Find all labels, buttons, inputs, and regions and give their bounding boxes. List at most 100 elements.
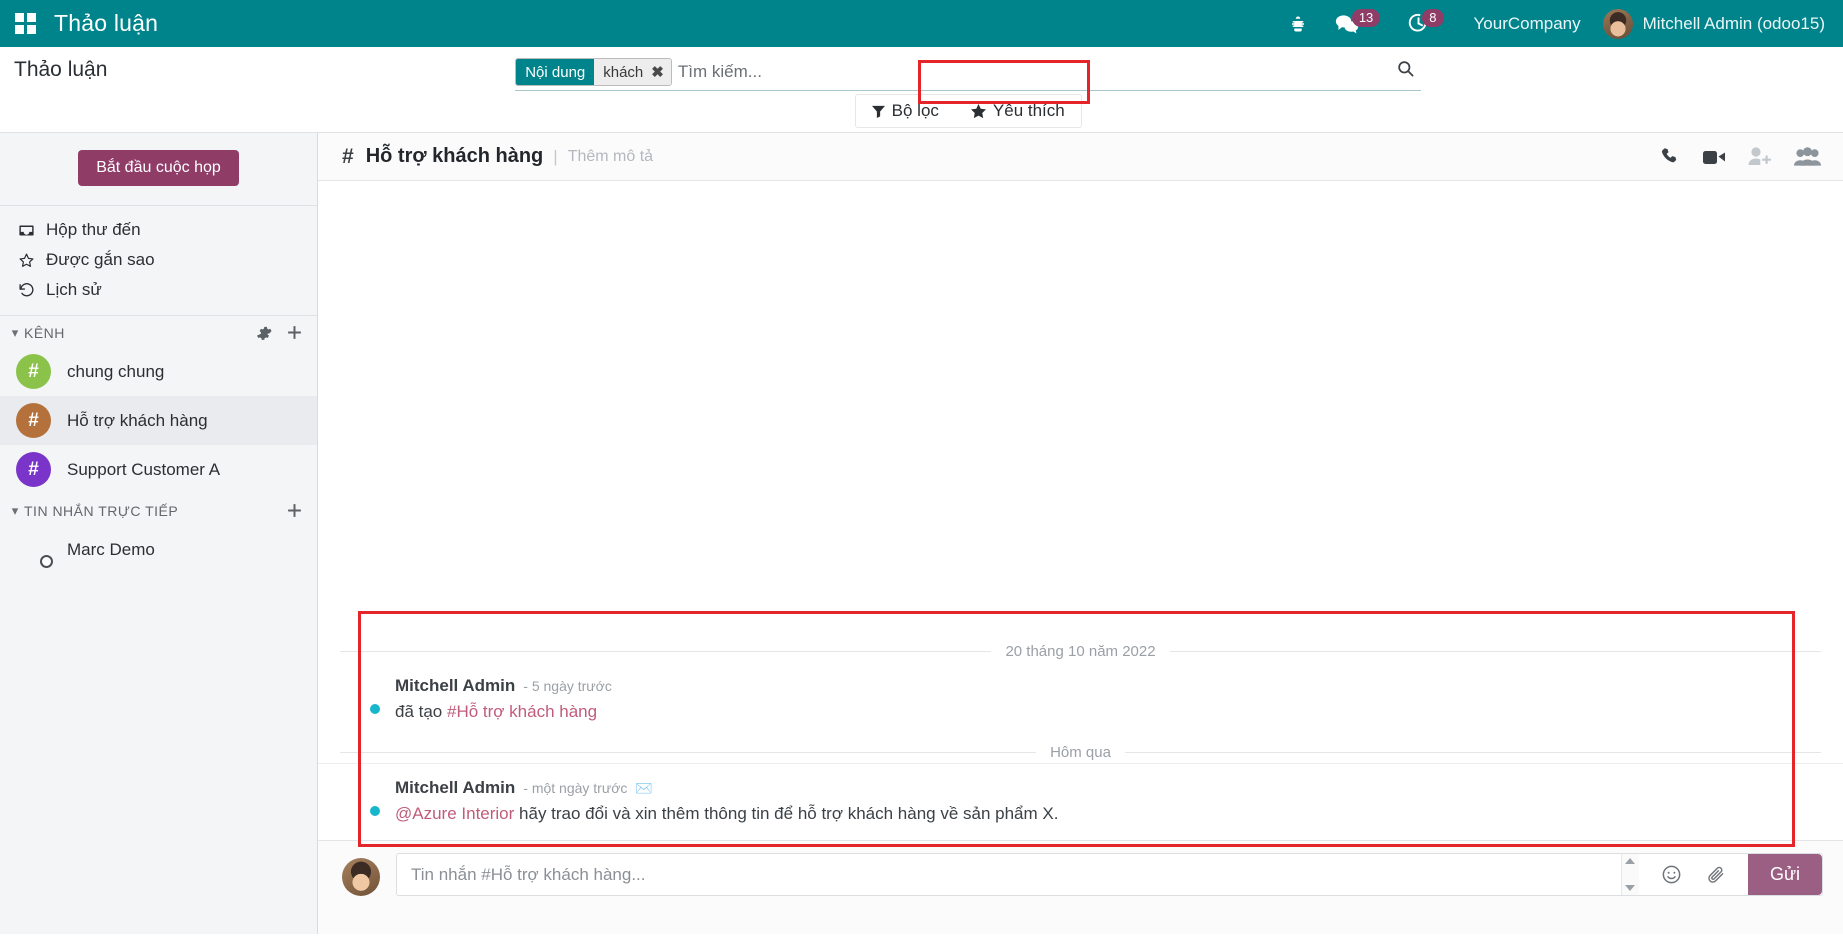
channels-section-header[interactable]: ▾ KÊNH (0, 316, 317, 347)
search-area: Nội dung khách ✖ Bộ lọc (107, 47, 1829, 132)
activity-badge: 8 (1422, 9, 1443, 27)
close-icon[interactable]: ✖ (651, 63, 664, 81)
control-panel-buttons: Bộ lọc Yêu thích (855, 94, 1082, 128)
date-separator: 20 tháng 10 năm 2022 (318, 643, 1843, 660)
plus-icon[interactable] (286, 324, 303, 341)
user-mention-link[interactable]: @Azure Interior (395, 804, 514, 823)
sidebar-item-channel-ho-tro-khach-hang[interactable]: # Hỗ trợ khách hàng (0, 396, 317, 445)
message-item[interactable]: Mitchell Admin - 5 ngày trước đã tạo #Hỗ… (318, 662, 1843, 738)
user-name: Mitchell Admin (odoo15) (1643, 14, 1825, 34)
search-facet-label: Nội dung (516, 59, 594, 85)
avatar (342, 678, 379, 715)
start-meeting-area: Bắt đầu cuộc họp (0, 133, 317, 206)
avatar (342, 780, 379, 817)
sidebar-item-channel-chung-chung[interactable]: # chung chung (0, 347, 317, 396)
navbar-right-group: 13 8 YourCompany Mitchell Admin (odoo15) (1275, 0, 1829, 47)
inbox-icon (18, 222, 35, 239)
message-input[interactable] (397, 854, 1621, 895)
composer-zone: Gửi (318, 840, 1843, 934)
hash-icon: # (16, 354, 51, 389)
paperclip-icon[interactable] (1706, 865, 1726, 885)
filters-button[interactable]: Bộ lọc (856, 95, 955, 127)
thread-description-input[interactable]: Thêm mô tả (568, 148, 653, 166)
divider (1170, 651, 1821, 652)
message-author[interactable]: Mitchell Admin (395, 778, 515, 798)
chevron-down-icon[interactable] (1625, 885, 1635, 891)
filter-icon (872, 105, 885, 118)
thread-separator: | (553, 147, 557, 167)
direct-messages-section-header[interactable]: ▾ TIN NHẮN TRỰC TIẾP (0, 494, 317, 525)
user-menu[interactable]: Mitchell Admin (odoo15) (1597, 9, 1829, 39)
message-body: Mitchell Admin - 5 ngày trước đã tạo #Hỗ… (395, 676, 612, 724)
apps-grid-icon[interactable] (10, 9, 40, 39)
message-list[interactable]: 20 tháng 10 năm 2022 Mitchell Admin - 5 … (318, 181, 1843, 840)
envelope-icon: ✉️ (635, 780, 652, 797)
sidebar-item-label: Được gắn sao (46, 250, 155, 270)
message-author[interactable]: Mitchell Admin (395, 676, 515, 696)
star-icon (971, 104, 986, 119)
sidebar-item-inbox[interactable]: Hộp thư đến (0, 215, 317, 245)
bug-icon[interactable] (1275, 0, 1321, 47)
composer-box[interactable]: Gửi (396, 853, 1823, 896)
messages-badge: 13 (1352, 9, 1380, 27)
star-icon (18, 252, 35, 269)
clock-activity-icon[interactable]: 8 (1394, 0, 1457, 47)
avatar (1603, 9, 1633, 39)
channels-section-actions (256, 324, 303, 341)
thread-header: # Hỗ trợ khách hàng | Thêm mô tả (318, 133, 1843, 181)
composer-scrollbar[interactable] (1621, 854, 1639, 895)
message-item[interactable]: Mitchell Admin - một ngày trước ✉️ @Azur… (318, 763, 1843, 840)
sidebar-item-channel-support-customer-a[interactable]: # Support Customer A (0, 445, 317, 494)
hash-icon: # (342, 145, 354, 169)
date-separator-label: 20 tháng 10 năm 2022 (1005, 643, 1155, 660)
sidebar-item-starred[interactable]: Được gắn sao (0, 245, 317, 275)
message-timestamp: - 5 ngày trước (523, 678, 612, 694)
message-timestamp: - một ngày trước (523, 780, 627, 796)
channel-mention-link[interactable]: #Hỗ trợ khách hàng (447, 702, 597, 721)
search-facet-value-text: khách (603, 64, 643, 81)
channel-label: chung chung (67, 362, 164, 382)
phone-icon[interactable] (1659, 146, 1680, 167)
avatar (342, 858, 380, 896)
sidebar-item-label: Hộp thư đến (46, 220, 141, 240)
company-name[interactable]: YourCompany (1458, 14, 1597, 34)
divider (340, 752, 1036, 753)
chevron-down-icon[interactable]: ▾ (6, 325, 24, 341)
message-text-rest: hãy trao đổi và xin thêm thông tin để hỗ… (514, 804, 1058, 823)
message-header: Mitchell Admin - 5 ngày trước (395, 676, 612, 696)
favorites-button[interactable]: Yêu thích (955, 95, 1081, 127)
search-icon[interactable] (1390, 59, 1421, 89)
mailbox-list: Hộp thư đến Được gắn sao Lịch sử (0, 206, 317, 316)
top-navbar: Thảo luận 13 8 YourCompany (0, 0, 1843, 47)
searchview[interactable]: Nội dung khách ✖ (515, 58, 1421, 91)
thread-panel: # Hỗ trợ khách hàng | Thêm mô tả (318, 133, 1843, 934)
members-icon[interactable] (1794, 146, 1821, 167)
control-panel-row: Thảo luận Nội dung khách ✖ (14, 47, 1829, 132)
gear-icon[interactable] (256, 325, 272, 341)
chevron-up-icon[interactable] (1625, 858, 1635, 864)
composer-tools (1639, 854, 1748, 895)
page-title: Hỗ trợ khách hàng (366, 145, 544, 168)
history-icon (18, 282, 35, 299)
sidebar-item-history[interactable]: Lịch sử (0, 275, 317, 305)
avatar (16, 532, 51, 567)
video-camera-icon[interactable] (1702, 147, 1726, 167)
emoji-smiley-icon[interactable] (1661, 864, 1682, 885)
send-button[interactable]: Gửi (1748, 854, 1822, 895)
chevron-down-icon[interactable]: ▾ (6, 503, 24, 519)
channels-section-title: KÊNH (24, 325, 256, 341)
message-text: đã tạo #Hỗ trợ khách hàng (395, 701, 612, 724)
plus-icon[interactable] (286, 502, 303, 519)
add-user-icon[interactable] (1748, 146, 1772, 167)
direct-messages-section-actions (286, 502, 303, 519)
messages-icon[interactable]: 13 (1321, 0, 1394, 47)
search-facet[interactable]: Nội dung khách ✖ (515, 58, 672, 86)
hash-icon: # (16, 452, 51, 487)
sidebar-item-dm-marc-demo[interactable]: Marc Demo (0, 525, 317, 574)
message-header: Mitchell Admin - một ngày trước ✉️ (395, 778, 1058, 798)
start-meeting-button[interactable]: Bắt đầu cuộc họp (78, 150, 239, 186)
message-body: Mitchell Admin - một ngày trước ✉️ @Azur… (395, 778, 1058, 826)
filters-button-label: Bộ lọc (892, 101, 939, 121)
search-input[interactable] (676, 60, 1390, 88)
status-badge (368, 804, 382, 818)
